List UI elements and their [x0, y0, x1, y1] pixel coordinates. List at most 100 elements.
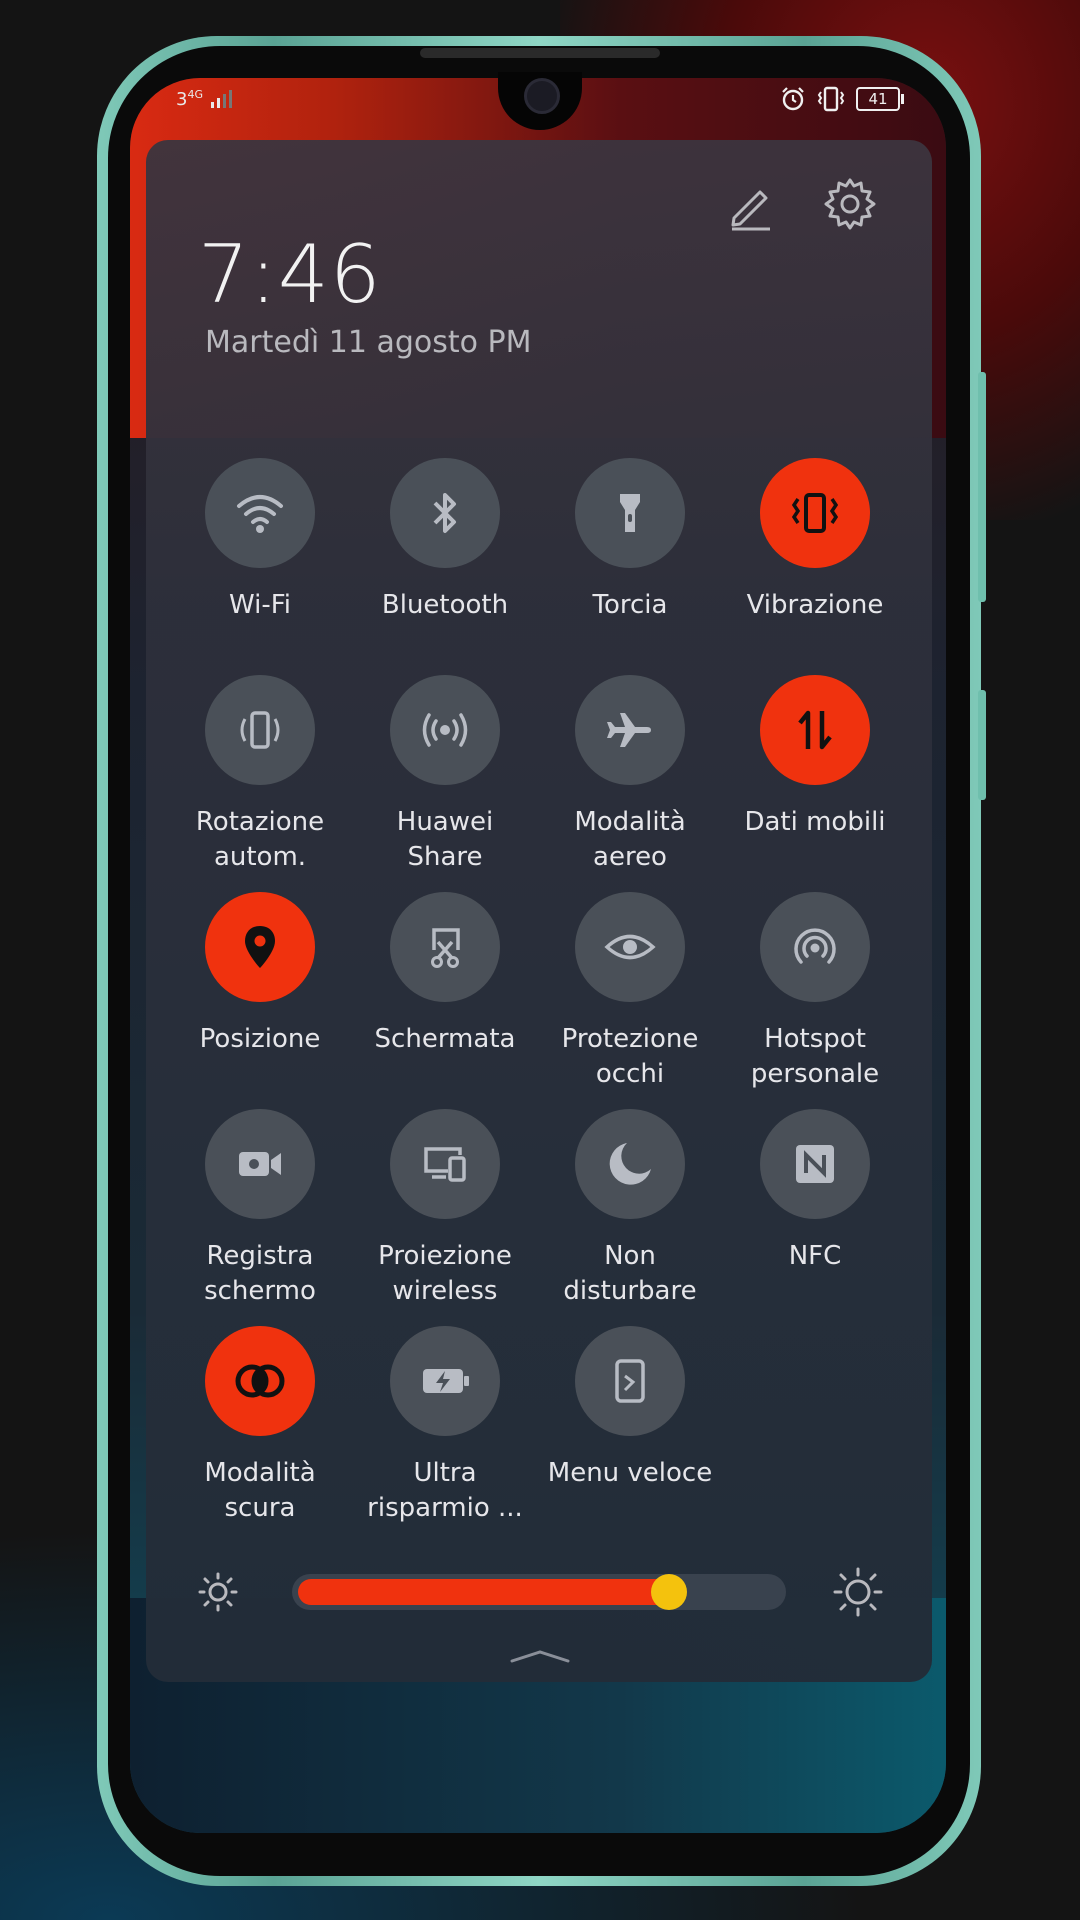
brightness-slider-thumb[interactable]: [651, 1574, 688, 1610]
brightness-high-button: [832, 1566, 884, 1618]
date-label: Martedì 11 agosto PM: [205, 325, 532, 360]
tile-bluetooth-circle[interactable]: [390, 458, 500, 568]
tile-hotspot[interactable]: Hotspot personale: [715, 892, 915, 1092]
nfc-icon: [796, 1145, 834, 1183]
signal-bars-icon: [210, 90, 232, 108]
tile-auto-rotate[interactable]: Rotazione autom.: [160, 675, 360, 875]
tile-label: Vibrazione: [746, 590, 884, 620]
tile-wireless-projection[interactable]: Proiezione wireless: [345, 1109, 545, 1309]
chevron-up-icon: [510, 1650, 570, 1663]
tile-auto-rotate-circle[interactable]: [205, 675, 315, 785]
tile-quick-menu[interactable]: Menu veloce: [530, 1326, 730, 1491]
video-camera-icon: [239, 1152, 281, 1176]
tile-mobile-data[interactable]: Dati mobili: [715, 675, 915, 840]
tile-do-not-disturb-circle[interactable]: [575, 1109, 685, 1219]
mobile-data-icon: [798, 710, 832, 750]
tile-label: Posizione: [199, 1024, 321, 1054]
tile-huawei-share-circle[interactable]: [390, 675, 500, 785]
tile-bluetooth[interactable]: Bluetooth: [345, 458, 545, 623]
tile-screenshot-circle[interactable]: [390, 892, 500, 1002]
tile-label: Torcia: [592, 590, 668, 620]
settings-button[interactable]: [820, 174, 880, 234]
tile-label: Huawei Share: [396, 807, 494, 872]
tile-nfc-circle[interactable]: [760, 1109, 870, 1219]
battery-icon: 41: [856, 87, 904, 111]
tile-eye-protection[interactable]: Protezione occhi: [530, 892, 730, 1092]
tile-hotspot-circle[interactable]: [760, 892, 870, 1002]
wifi-icon: [237, 495, 283, 533]
alarm-icon: [782, 87, 804, 111]
brightness-low-icon: [198, 1572, 238, 1612]
vibrate-icon: [791, 493, 839, 533]
dark-mode-icon: [235, 1364, 285, 1398]
tile-dark-mode-circle[interactable]: [205, 1326, 315, 1436]
tile-screen-record[interactable]: Registra schermo: [160, 1109, 360, 1309]
wireless-projection-icon: [424, 1147, 466, 1182]
tile-label: Modalità aereo: [574, 807, 686, 872]
tile-label: Registra schermo: [204, 1241, 316, 1306]
tile-label: Modalità scura: [204, 1458, 316, 1523]
front-camera: [524, 78, 560, 114]
gear-icon: [824, 178, 876, 230]
tile-airplane-mode[interactable]: Modalità aereo: [530, 675, 730, 875]
tile-huawei-share[interactable]: Huawei Share: [345, 675, 545, 875]
tile-eye-protection-circle[interactable]: [575, 892, 685, 1002]
tile-dark-mode[interactable]: Modalità scura: [160, 1326, 360, 1526]
tile-vibration[interactable]: Vibrazione: [715, 458, 915, 623]
status-icons: 41: [780, 86, 904, 112]
tile-label: Rotazione autom.: [195, 807, 325, 872]
auto-rotate-icon: [240, 711, 280, 749]
moon-icon: [609, 1143, 651, 1185]
power-button: [978, 690, 986, 800]
tile-mobile-data-circle[interactable]: [760, 675, 870, 785]
tile-screen-record-circle[interactable]: [205, 1109, 315, 1219]
tile-flashlight-circle[interactable]: [575, 458, 685, 568]
network-type: 4G: [187, 88, 203, 101]
signal-strength-text: 3: [176, 89, 188, 110]
tile-vibration-circle[interactable]: [760, 458, 870, 568]
tile-label: Dati mobili: [744, 807, 886, 837]
tile-location[interactable]: Posizione: [160, 892, 360, 1057]
tile-nfc[interactable]: NFC: [715, 1109, 915, 1274]
tile-label: Ultra risparmio ...: [367, 1458, 523, 1523]
airplane-icon: [607, 713, 651, 747]
tile-wifi[interactable]: Wi-Fi: [160, 458, 360, 623]
brightness-slider-fill: [298, 1579, 670, 1605]
location-pin-icon: [245, 926, 275, 968]
collapse-handle[interactable]: [508, 1648, 572, 1664]
brightness-high-icon: [833, 1567, 883, 1617]
tile-label: NFC: [788, 1241, 842, 1271]
tile-label: Hotspot personale: [750, 1024, 880, 1089]
tile-ultra-battery-saver[interactable]: Ultra risparmio ...: [345, 1326, 545, 1526]
tile-flashlight[interactable]: Torcia: [530, 458, 730, 623]
tile-wifi-circle[interactable]: [205, 458, 315, 568]
tile-airplane-mode-circle[interactable]: [575, 675, 685, 785]
brightness-low-button: [196, 1570, 240, 1614]
tile-label: Schermata: [374, 1024, 516, 1054]
volume-button: [978, 372, 986, 602]
hotspot-icon: [794, 928, 836, 964]
vibrate-icon: [817, 86, 845, 112]
battery-saver-icon: [423, 1369, 469, 1393]
flashlight-icon: [620, 494, 640, 532]
tile-quick-menu-circle[interactable]: [575, 1326, 685, 1436]
tile-label: Protezione occhi: [561, 1024, 699, 1089]
earpiece: [420, 48, 660, 58]
tile-label: Bluetooth: [381, 590, 509, 620]
bluetooth-icon: [433, 493, 456, 533]
tile-ultra-battery-saver-circle[interactable]: [390, 1326, 500, 1436]
tile-do-not-disturb[interactable]: Non disturbare: [530, 1109, 730, 1309]
tile-screenshot[interactable]: Schermata: [345, 892, 545, 1057]
clock: 7:46: [198, 228, 382, 321]
huawei-share-icon: [422, 713, 468, 747]
tile-label: Wi-Fi: [228, 590, 292, 620]
tile-label: Menu veloce: [547, 1458, 713, 1488]
pencil-icon: [731, 190, 770, 231]
quick-menu-icon: [615, 1359, 645, 1403]
status-signal: 34G: [176, 88, 239, 110]
edit-button[interactable]: [720, 176, 780, 236]
tile-wireless-projection-circle[interactable]: [390, 1109, 500, 1219]
tile-location-circle[interactable]: [205, 892, 315, 1002]
tile-label: Proiezione wireless: [378, 1241, 512, 1306]
tile-label: Non disturbare: [563, 1241, 697, 1306]
